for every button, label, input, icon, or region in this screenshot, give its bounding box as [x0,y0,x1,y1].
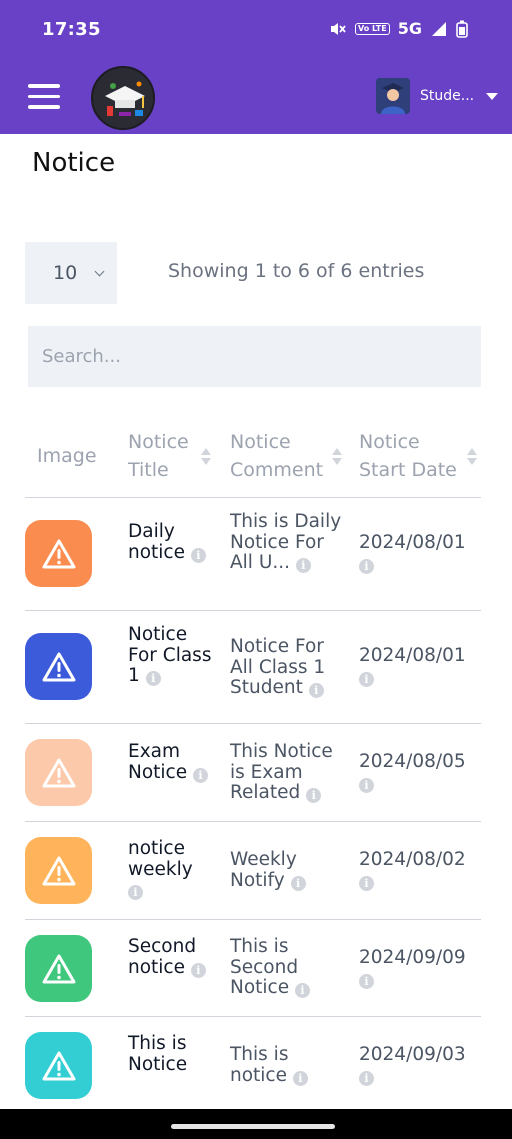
column-header-image[interactable]: Image [37,442,97,470]
row-title: This is Notice [128,1033,188,1075]
info-icon[interactable]: i [190,547,206,563]
status-icons: Vo LTE 5G [329,19,468,38]
volte-badge: Vo LTE [355,22,390,35]
row-start-date: 2024/08/02 i [359,849,466,891]
hamburger-menu-icon[interactable] [28,84,60,110]
warning-triangle-icon [25,520,92,587]
info-icon[interactable]: i [190,962,206,978]
row-comment: Weekly Notify i [230,849,342,891]
info-icon[interactable]: i [359,973,374,989]
table-row[interactable]: notice weekly i Weekly Notify i 2024/08/… [25,822,481,920]
school-logo[interactable] [91,66,155,130]
sort-icon[interactable] [467,448,477,468]
warning-triangle-icon [25,935,92,1002]
home-gesture-handle[interactable] [171,1124,335,1129]
info-icon[interactable]: i [292,1070,308,1086]
user-name: Stude... [420,88,474,104]
info-icon[interactable]: i [145,671,161,686]
warning-triangle-icon [25,1032,92,1099]
row-comment: This Notice is Exam Related i [230,741,333,803]
entries-per-page-select[interactable]: 10 [25,242,117,304]
table-row[interactable]: This is Notice This is notice i 2024/09/… [25,1017,481,1109]
warning-triangle-icon [25,739,92,806]
row-start-date: 2024/08/01 i [359,532,466,574]
info-icon[interactable]: i [290,875,306,891]
column-header-start-date[interactable]: Notice Start Date [359,428,469,484]
info-icon[interactable]: i [359,777,374,793]
chevron-down-icon [94,266,105,277]
row-comment: This is notice i [230,1044,342,1086]
row-start-date: 2024/09/09 i [359,947,466,989]
table-row[interactable]: Notice For Class 1 i Notice For All Clas… [25,611,481,724]
row-comment: This is Second Notice i [230,936,342,999]
row-title: Notice For Class 1 i [128,624,212,686]
row-comment: This is Daily Notice For All U... i [230,511,342,573]
system-navigation-bar [0,1109,512,1139]
info-icon[interactable]: i [193,767,208,783]
user-menu[interactable]: Stude... [376,78,498,114]
status-time: 17:35 [42,19,101,40]
status-bar: 17:35 Vo LTE 5G [0,0,512,60]
sort-icon[interactable] [332,448,342,468]
info-icon[interactable]: i [295,558,311,573]
battery-icon [456,20,468,38]
page-title: Notice [32,148,116,178]
mute-icon [331,22,346,35]
info-icon[interactable]: i [306,788,322,803]
column-header-title[interactable]: Notice Title [128,428,206,484]
warning-triangle-icon [25,633,92,700]
row-title: Daily notice i [128,521,212,563]
sort-icon[interactable] [201,448,211,468]
table-header: Image Notice Title Notice Comment Notice… [25,420,481,498]
warning-triangle-icon [25,837,92,904]
row-comment: Notice For All Class 1 Student i [230,636,326,698]
info-icon[interactable]: i [295,983,310,998]
row-title: Second notice i [128,936,212,978]
row-start-date: 2024/09/03 i [359,1044,466,1086]
caret-down-icon [486,92,498,100]
info-icon[interactable]: i [128,885,143,900]
table-row[interactable]: Second notice i This is Second Notice i … [25,920,481,1017]
row-title: Exam Notice i [128,741,212,783]
entries-value: 10 [53,262,78,284]
column-header-comment[interactable]: Notice Comment [230,428,340,484]
search-input[interactable] [28,326,481,387]
row-start-date: 2024/08/05 i [359,751,466,793]
row-start-date: 2024/08/01 i [359,645,466,687]
app-bar: Stude... [0,60,512,134]
info-icon[interactable]: i [359,875,374,891]
network-type: 5G [397,19,422,38]
table-row[interactable]: Daily notice i This is Daily Notice For … [25,498,481,611]
table-row[interactable]: Exam Notice i This Notice is Exam Relate… [25,724,481,822]
info-icon[interactable]: i [359,1070,374,1086]
signal-icon [432,21,446,36]
info-icon[interactable]: i [359,671,374,687]
entries-info: Showing 1 to 6 of 6 entries [168,260,425,282]
info-icon[interactable]: i [308,683,324,698]
avatar [376,78,410,114]
info-icon[interactable]: i [359,558,374,574]
row-title: notice weekly i [128,838,193,900]
